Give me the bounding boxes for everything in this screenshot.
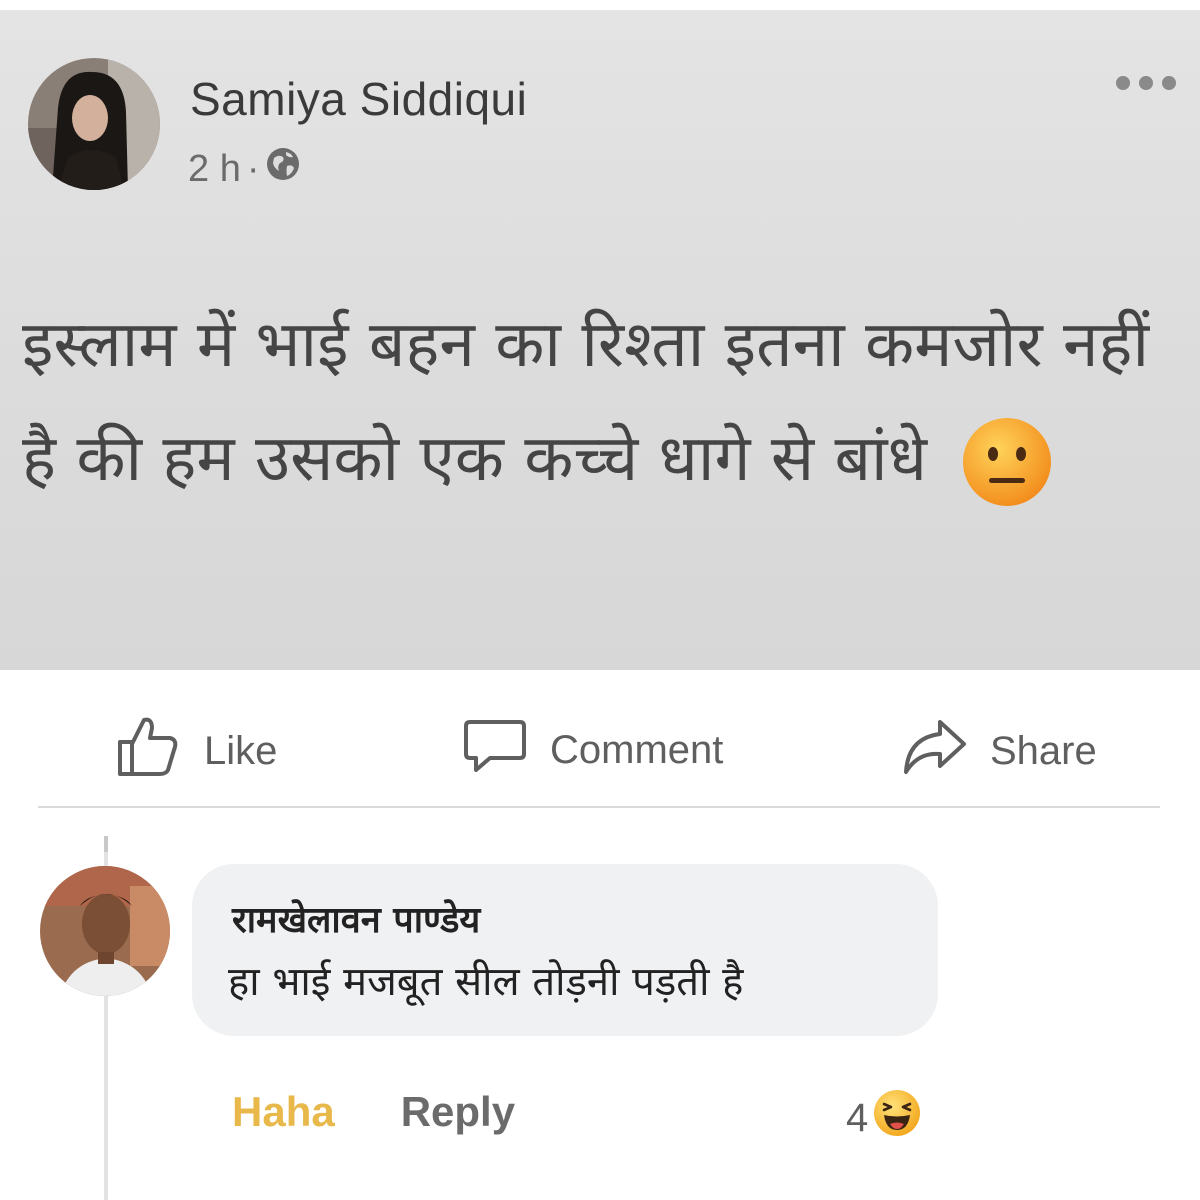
reply-button[interactable]: Reply xyxy=(401,1088,515,1136)
comment-button[interactable]: Comment xyxy=(462,712,723,788)
share-arrow-icon xyxy=(900,712,968,790)
action-bar: Like Comment Share xyxy=(0,670,1200,806)
share-button[interactable]: Share xyxy=(900,712,1097,790)
haha-reaction-button[interactable]: Haha xyxy=(232,1088,335,1136)
commenter-name[interactable]: रामखेलावन पाण्डेय xyxy=(232,894,480,943)
meta-separator: · xyxy=(246,147,260,190)
laughing-emoji-icon xyxy=(872,1088,922,1148)
post-text: इस्लाम में भाई बहन का रिश्ता इतना कमजोर … xyxy=(22,288,1192,516)
speech-bubble-icon xyxy=(462,712,528,788)
author-name[interactable]: Samiya Siddiqui xyxy=(190,72,527,126)
neutral-face-emoji xyxy=(961,416,1053,508)
comment-bubble: रामखेलावन पाण्डेय हा भाई मजबूत सील तोड़न… xyxy=(192,864,938,1036)
post-time[interactable]: 2 h xyxy=(188,148,241,191)
comment-label: Comment xyxy=(550,727,724,772)
commenter-avatar[interactable] xyxy=(40,866,170,996)
reaction-summary[interactable]: 4 xyxy=(846,1088,922,1148)
post-card: Samiya Siddiqui 2 h · इस्लाम में भाई बहन… xyxy=(0,10,1200,670)
author-avatar[interactable] xyxy=(28,58,160,190)
thread-tick xyxy=(104,836,108,852)
post-meta: 2 h · xyxy=(188,146,301,192)
more-options-icon[interactable] xyxy=(1116,68,1176,98)
comment-actions: Haha Reply xyxy=(232,1088,515,1136)
like-button[interactable]: Like xyxy=(114,712,277,790)
divider xyxy=(38,806,1160,808)
like-label: Like xyxy=(204,728,278,773)
globe-icon xyxy=(265,146,301,192)
share-label: Share xyxy=(990,728,1097,773)
comment-text: हा भाई मजबूत सील तोड़नी पड़ती है xyxy=(228,959,744,1005)
thumbs-up-icon xyxy=(114,712,182,790)
reaction-count: 4 xyxy=(846,1095,869,1140)
